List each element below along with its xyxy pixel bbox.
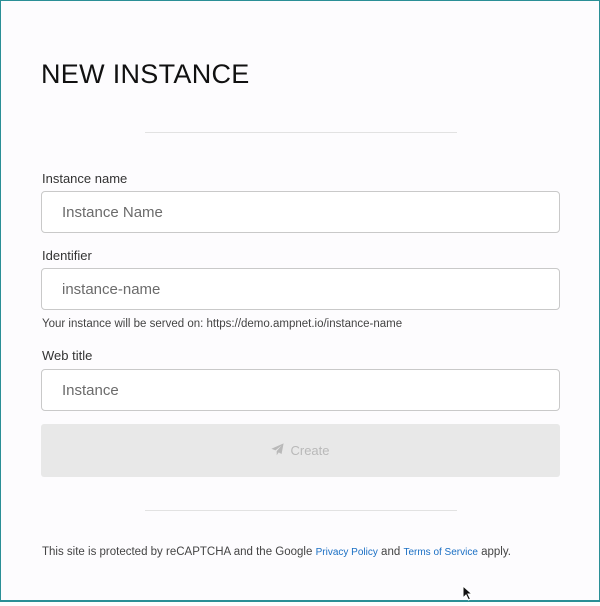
recaptcha-notice-suffix: apply. (481, 546, 511, 558)
identifier-input[interactable] (41, 268, 560, 310)
identifier-label: Identifier (42, 248, 92, 263)
web-title-label: Web title (42, 348, 93, 363)
top-divider (145, 132, 457, 133)
terms-of-service-link[interactable]: Terms of Service (403, 547, 477, 558)
create-button-label: Create (290, 443, 330, 458)
privacy-policy-link[interactable]: Privacy Policy (316, 547, 378, 558)
recaptcha-notice-prefix: This site is protected by reCAPTCHA and … (42, 546, 313, 558)
instance-name-label: Instance name (42, 171, 128, 186)
create-button[interactable]: Create (41, 424, 560, 477)
window-frame: NEW INSTANCE Instance name Identifier Yo… (0, 0, 600, 602)
page-title: NEW INSTANCE (41, 59, 250, 89)
instance-name-input[interactable] (41, 191, 560, 233)
recaptcha-notice-and: and (381, 546, 401, 558)
paper-plane-icon (271, 442, 285, 459)
recaptcha-notice: This site is protected by reCAPTCHA and … (42, 546, 511, 558)
bottom-divider (145, 510, 457, 511)
identifier-hint: Your instance will be served on: https:/… (42, 318, 403, 330)
web-title-input[interactable] (41, 369, 560, 411)
mouse-cursor-icon (462, 584, 474, 601)
